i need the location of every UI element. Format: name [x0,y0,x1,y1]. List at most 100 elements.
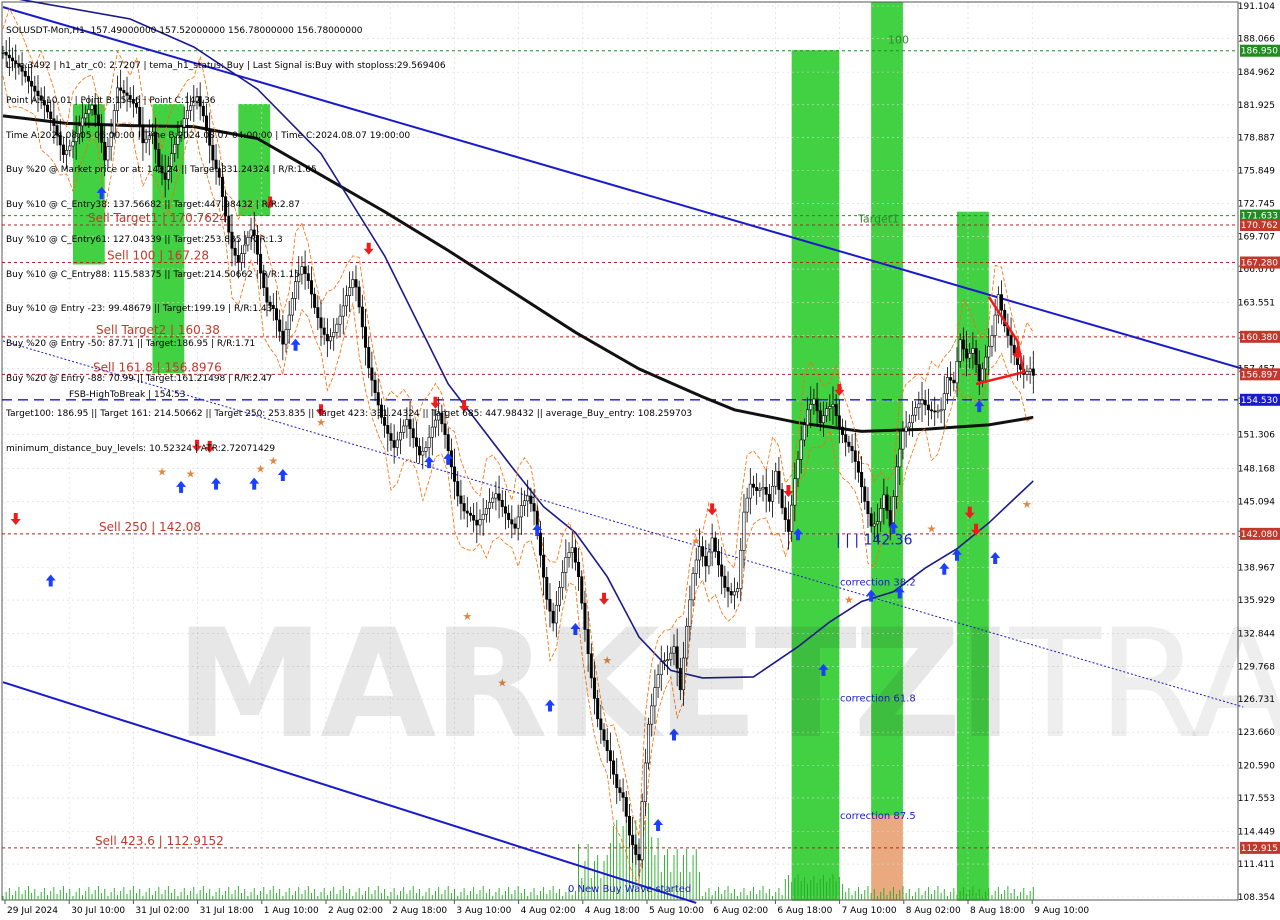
x-tick-label: 30 Jul 10:00 [71,906,125,916]
candle-body [634,844,638,855]
candle-body [704,555,708,567]
candle-body [465,510,469,514]
candle-body [844,434,848,443]
price-badge-label: 142.080 [1241,530,1278,540]
x-tick-label: 8 Aug 18:00 [970,906,1025,916]
star-icon: ★ [157,466,167,479]
x-tick-label: 4 Aug 18:00 [585,906,640,916]
candle-body [573,547,577,563]
candle-body [494,493,498,499]
candle-body [926,404,930,411]
candle-body [701,546,705,557]
watermark: MARKETZITRADE [175,610,1280,760]
candle-body [1009,335,1013,346]
chart-annotation: Target1 [857,212,899,225]
candle-body [761,487,765,490]
candle-body [850,446,854,452]
price-badge-label: 112.915 [1241,844,1278,854]
candle-body [790,504,794,532]
candle-body [980,368,984,382]
candle-body [930,409,934,412]
y-tick-label: 188.066 [1238,35,1275,45]
candle-body [866,501,870,515]
candle-body [510,519,514,525]
info-line: Buy %10 @ Entry -23: 99.48679 || Target:… [6,304,273,315]
price-badge-label: 160.380 [1241,333,1278,343]
candle-body [726,587,730,592]
candle-body [977,364,981,382]
star-icon: ★ [927,523,937,536]
info-line: minimum_distance_buy_levels: 10.52324 | … [6,443,276,454]
candle-body [990,335,994,347]
candle-body [468,512,472,516]
y-tick-label: 163.551 [1238,299,1275,309]
buy-arrow-icon [990,551,1001,564]
candle-body [570,547,574,553]
level-label: Sell 423.6 | 112.9152 [95,834,224,848]
candle-body [478,519,482,526]
candle-body [965,348,969,359]
candle-body [1028,368,1032,372]
buy-arrow-icon [45,574,56,587]
info-line: Buy %10 @ C_Entry61: 127.04339 || Target… [6,234,283,245]
candle-body [783,507,787,520]
candle-body [767,494,771,502]
candle-body [631,834,635,846]
y-tick-label: 151.306 [1238,431,1275,441]
candle-body [736,588,740,593]
chart-annotation: 0 New Buy Wave started [568,884,691,895]
candle-body [488,502,492,509]
candle-body [815,398,819,412]
candle-body [847,441,851,447]
candle-body [949,377,953,381]
y-tick-label: 138.967 [1238,563,1275,573]
candle-body [904,426,908,432]
candle-body [860,471,864,488]
y-tick-label: 184.962 [1238,68,1275,78]
candle-body [961,339,965,350]
chart-annotation: correction 38.2 [840,577,916,588]
candle-body [939,409,943,412]
x-tick-label: 8 Aug 02:00 [906,906,961,916]
candle-body [497,493,501,501]
x-tick-label: 1 Aug 10:00 [264,906,319,916]
y-tick-label: 169.707 [1238,232,1275,242]
candle-body [710,537,714,553]
info-line: SOLUSDT-Mon,H1 157.49000000 157.52000000… [6,26,363,37]
candle-body [481,513,485,520]
candle-body [716,551,720,566]
info-line: Buy %20 @ Market price or at: 143.24 || … [6,165,317,176]
price-badge-label: 156.897 [1241,370,1278,380]
info-line: Buy %20 @ Entry -88: 70.99 || Target:161… [6,374,273,384]
candle-body [910,414,914,424]
candle-body [713,537,717,552]
info-line: Buy %10 @ C_Entry88: 115.58375 || Target… [6,269,300,280]
candle-body [618,787,622,793]
candle-body [888,510,892,527]
candle-body [796,459,800,480]
price-badge-label: 154.530 [1241,396,1278,406]
info-line: Buy %10 @ C_Entry38: 137.56682 || Target… [6,200,300,211]
candle-body [561,572,565,588]
candle-body [545,576,549,600]
candle-body [484,508,488,515]
candle-body [720,564,724,577]
buy-arrow-icon [249,477,260,490]
x-tick-label: 4 Aug 02:00 [521,906,576,916]
candle-body [771,485,775,502]
candle-body [821,415,825,424]
candle-body [491,497,495,503]
candle-body [971,348,975,354]
y-tick-label: 117.553 [1238,794,1275,804]
y-tick-label: 114.449 [1238,827,1275,837]
candle-body [542,554,546,578]
candle-body [895,466,899,497]
y-tick-label: 175.849 [1238,166,1275,176]
candle-body [831,404,835,407]
candle-body [920,399,924,405]
y-tick-label: 108.354 [1238,893,1275,903]
candle-body [907,422,911,428]
star-icon: ★ [186,468,196,481]
candle-body [1,52,5,54]
x-tick-label: 2 Aug 18:00 [392,906,447,916]
